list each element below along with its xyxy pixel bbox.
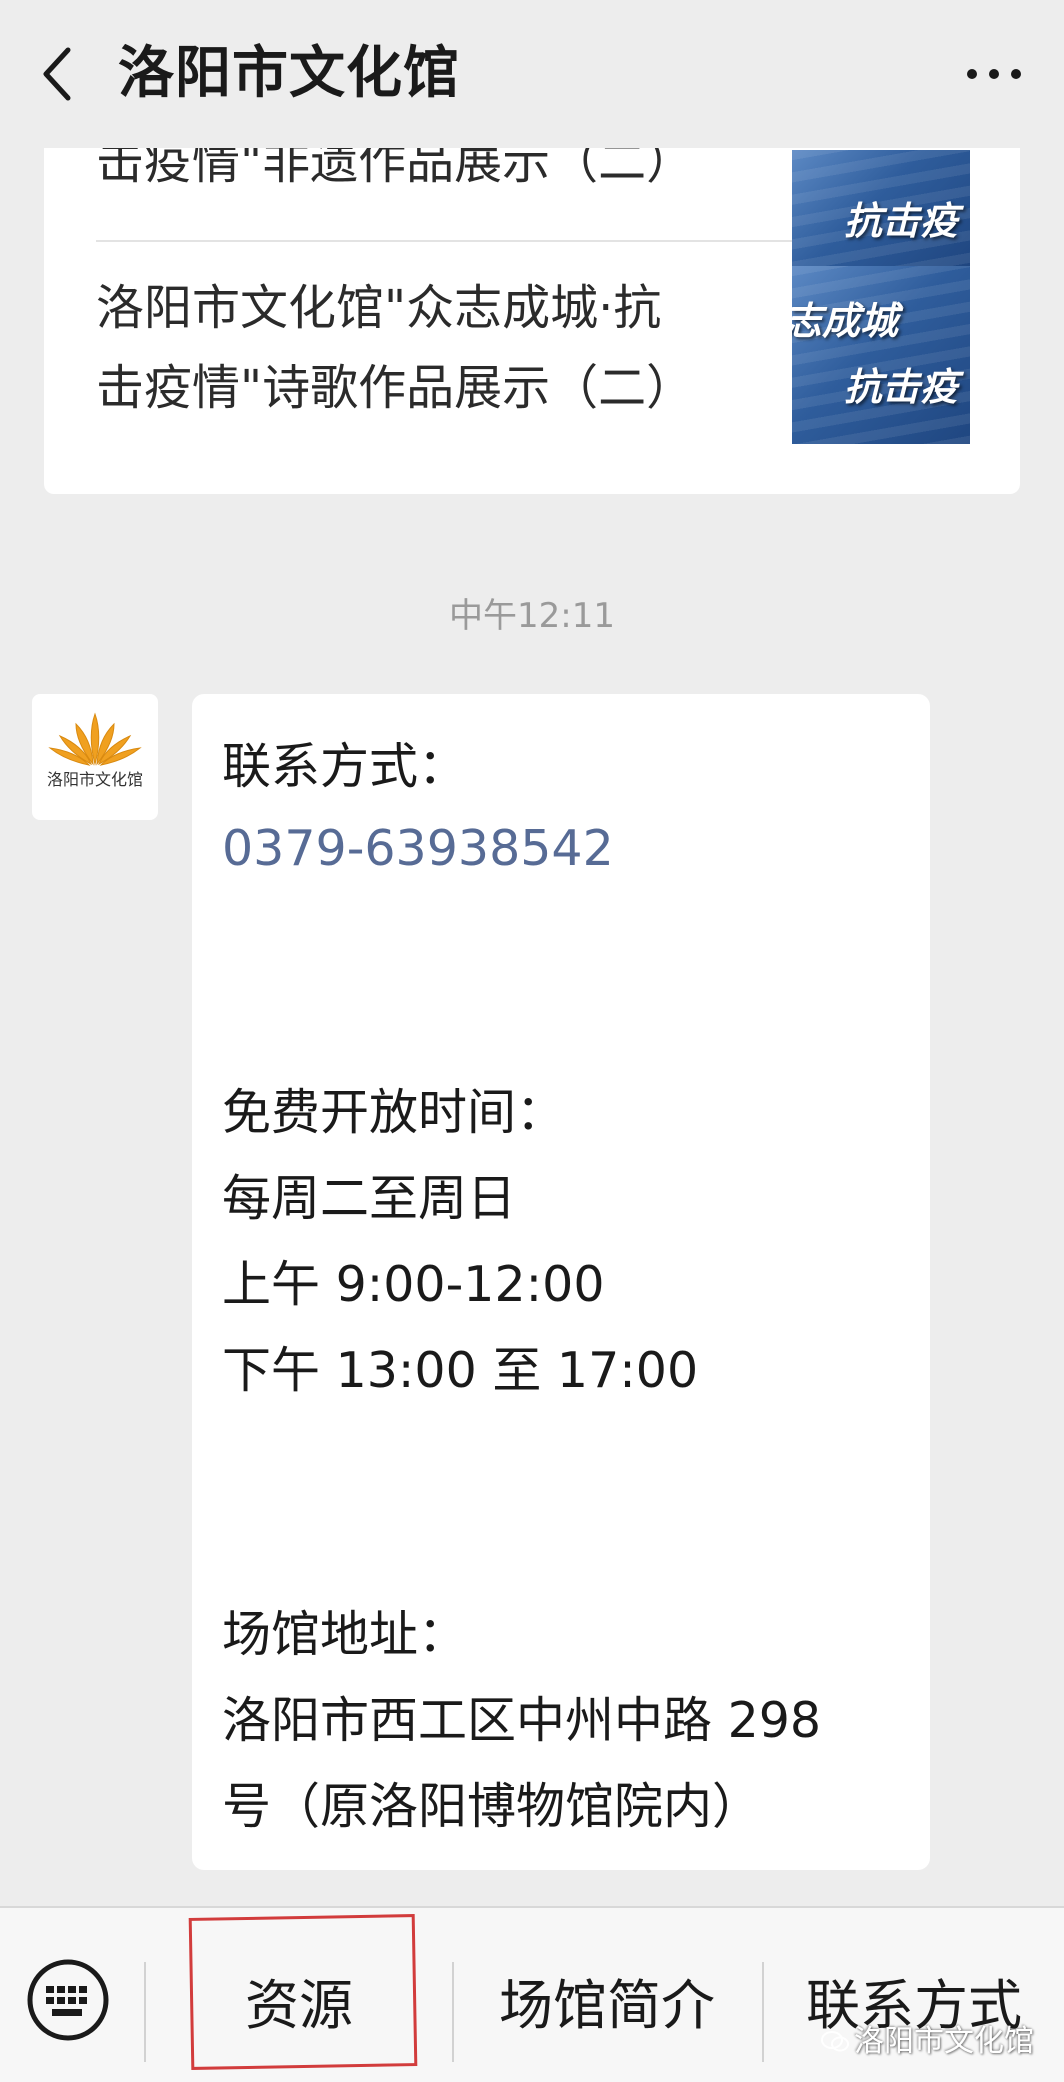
address-line: 洛阳市西工区中州中路 298: [222, 1692, 822, 1749]
divider: [96, 240, 810, 242]
avatar-label: 洛阳市文化馆: [46, 770, 143, 789]
article-thumbnail[interactable]: 志成城 抗击疫: [792, 266, 970, 444]
wechat-icon: [821, 2031, 849, 2052]
contact-label: 联系方式：: [222, 738, 468, 795]
highlight-annotation: [188, 1914, 418, 2070]
top-bar: 洛阳市文化馆: [0, 0, 1064, 148]
menu-item-venue-intro[interactable]: 场馆简介: [454, 1966, 760, 2046]
morning-hours: 上午 9:00-12:00: [222, 1256, 605, 1313]
afternoon-hours: 下午 13:00 至 17:00: [222, 1342, 699, 1399]
article-thumbnail[interactable]: 抗击疫: [792, 150, 970, 266]
phone-link[interactable]: 0379-63938542: [222, 806, 614, 892]
message-bubble: 联系方式： 0379-63938542 免费开放时间： 每周二至周日 上午 9:…: [192, 694, 930, 1870]
thumbnail-text: 志成城: [792, 299, 899, 343]
watermark-text: 洛阳市文化馆: [854, 2024, 1034, 2059]
article-title-line: 击疫情"诗歌作品展示（二）: [96, 360, 695, 416]
avatar[interactable]: 洛阳市文化馆: [32, 694, 158, 820]
thumbnail-text: 抗击疫: [844, 365, 959, 409]
chevron-left-icon[interactable]: [38, 44, 78, 104]
article-title-line: 洛阳市文化馆"众志成城·抗: [96, 280, 662, 336]
thumbnail-text: 抗击疫: [844, 199, 959, 243]
message-timestamp: 中午12:11: [449, 596, 615, 636]
article-card: 击疫情"非遗作品展示（二） 洛阳市文化馆"众志成城·抗 击疫情"诗歌作品展示（二…: [44, 100, 1020, 494]
watermark: 洛阳市文化馆: [820, 2016, 1034, 2060]
hours-label: 免费开放时间：: [222, 1084, 566, 1141]
keyboard-icon[interactable]: [26, 1958, 110, 2042]
address-line: 号（原洛阳博物馆院内）: [222, 1778, 762, 1835]
article-title[interactable]: 洛阳市文化馆"众志成城·抗 击疫情"诗歌作品展示（二）: [96, 268, 810, 428]
page-title: 洛阳市文化馆: [118, 41, 460, 106]
more-dots-icon[interactable]: [964, 52, 1024, 96]
menu-separator: [144, 1962, 146, 2062]
address-label: 场馆地址：: [222, 1606, 468, 1663]
open-days: 每周二至周日: [222, 1170, 517, 1227]
